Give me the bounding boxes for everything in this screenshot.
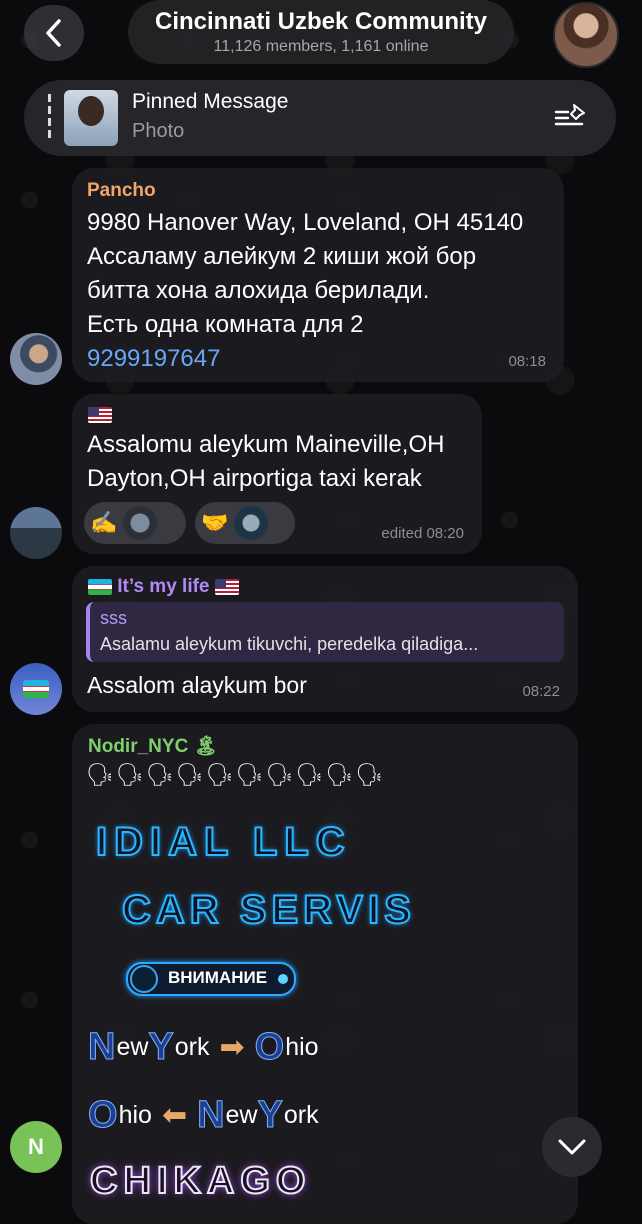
sender-name[interactable]: Pancho (87, 180, 156, 202)
route-line: New York ➡ Ohio (87, 1026, 319, 1069)
avatar[interactable] (10, 333, 62, 385)
speaking-head-row: 🗣🗣🗣🗣🗣🗣🗣🗣🗣🗣 (86, 762, 386, 787)
handshake-icon: 🤝 (201, 510, 229, 535)
message-line: Ассаламу алейкум 2 киши жой бор (87, 243, 477, 270)
pinned-title: Pinned Message (132, 90, 289, 113)
writing-hand-icon: ✍️ (90, 510, 118, 535)
avatar[interactable]: N (10, 1121, 62, 1173)
us-flag-icon (88, 406, 112, 423)
route-text: ork (283, 1101, 319, 1129)
message-time: edited 08:20 (381, 525, 464, 542)
reaction-chip[interactable]: ✍️ (84, 502, 186, 544)
reply-quote[interactable]: sss Asalamu aleykum tikuvchi, peredelka … (86, 602, 564, 662)
route-letter: N (197, 1094, 225, 1137)
route-text: ew (225, 1101, 258, 1129)
pin-list-icon[interactable] (554, 102, 588, 132)
message-line: Dayton,OH airportiga taxi kerak (87, 465, 422, 492)
badge-dot (130, 965, 158, 993)
sender-name-text: It’s my life (117, 576, 210, 597)
route-letter: O (88, 1094, 119, 1137)
pinned-indicator (48, 94, 51, 142)
message-time: 08:22 (522, 683, 560, 700)
chevron-down-icon (558, 1139, 586, 1155)
palm-island-icon: 🏝 (193, 736, 218, 757)
sender-name[interactable]: Nodir_NYC 🏝 (88, 734, 218, 758)
route-letter: Y (257, 1094, 283, 1137)
route-text: ork (174, 1033, 210, 1061)
neon-subtitle: CAR SERVIS (121, 887, 416, 933)
message-time: 08:18 (508, 353, 546, 370)
reaction-chip[interactable]: 🤝 (195, 502, 295, 544)
message-bubble[interactable]: It’s my life sss Asalamu aleykum tikuvch… (72, 566, 578, 712)
badge-label: ВНИМАНИЕ (168, 968, 268, 987)
uz-flag-icon (88, 578, 112, 595)
reactor-avatar (123, 506, 158, 540)
message-line: Есть одна комната для 2 (87, 311, 364, 338)
pinned-subtitle: Photo (132, 120, 185, 142)
message-line: битта хона алохида берилади. (87, 277, 430, 304)
message-text: Assalom alaykum bor (87, 672, 307, 698)
route-text: hio (285, 1033, 319, 1061)
neon-city: CHIKAGO (89, 1159, 312, 1203)
message-bubble[interactable]: Nodir_NYC 🏝 🗣🗣🗣🗣🗣🗣🗣🗣🗣🗣 IDIAL LLC CAR SER… (72, 724, 578, 1224)
reply-sender: sss (100, 608, 127, 628)
sender-name[interactable]: It’s my life (88, 576, 239, 598)
uz-flag-icon (23, 680, 49, 698)
message-line: Assalomu aleykum Maineville,OH (87, 431, 445, 458)
route-line: Ohio ⬅ New York (88, 1094, 319, 1137)
route-letter: O (254, 1026, 285, 1069)
avatar[interactable] (10, 507, 62, 559)
chevron-left-icon (46, 19, 61, 47)
reply-text: Asalamu aleykum tikuvchi, peredelka qila… (100, 634, 479, 654)
phone-link[interactable]: 9299197647 (87, 342, 523, 376)
chat-title-pill[interactable]: Cincinnati Uzbek Community 11,126 member… (128, 0, 514, 64)
reactor-avatar (234, 506, 269, 540)
message-bubble[interactable]: Assalomu aleykum Maineville,OH Dayton,OH… (72, 394, 482, 554)
arrow-right-icon: ➡ (219, 1031, 245, 1064)
pinned-photo-thumbnail (64, 90, 118, 146)
scroll-down-button[interactable] (542, 1117, 602, 1177)
sender-name-text: Nodir_NYC (88, 736, 189, 757)
badge-end-dot (278, 974, 288, 984)
route-letter: N (87, 1026, 116, 1069)
member-count: 11,126 members, 1,161 online (213, 38, 429, 55)
pinned-message-bar[interactable]: Pinned Message Photo (24, 80, 616, 156)
neon-title: IDIAL LLC (95, 819, 352, 865)
back-button[interactable] (24, 5, 84, 61)
attention-badge: ВНИМАНИЕ (126, 962, 296, 996)
avatar[interactable] (10, 663, 62, 715)
arrow-left-icon: ⬅ (161, 1099, 188, 1132)
route-text: ew (116, 1033, 149, 1061)
message-bubble[interactable]: Pancho 9980 Hanover Way, Loveland, OH 45… (72, 168, 564, 382)
route-letter: Y (148, 1026, 174, 1069)
group-avatar[interactable] (553, 2, 619, 68)
message-line: 9980 Hanover Way, Loveland, OH 45140 (87, 209, 524, 236)
us-flag-icon (214, 578, 239, 595)
route-text: hio (118, 1101, 152, 1129)
chat-title: Cincinnati Uzbek Community (154, 8, 488, 35)
